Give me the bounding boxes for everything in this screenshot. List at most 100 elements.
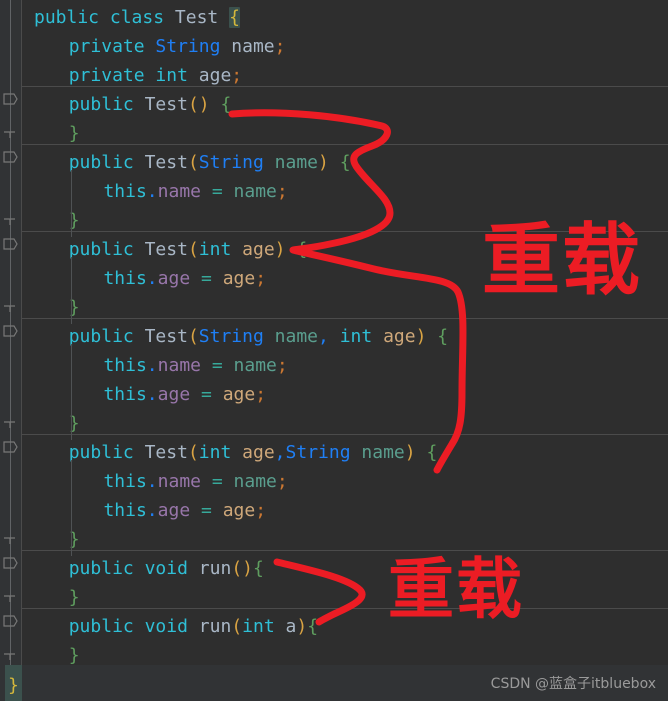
csdn-watermark: CSDN @蓝盒子itbluebox	[490, 676, 656, 692]
code-token: int	[339, 326, 373, 347]
code-line: this.name = name;	[22, 351, 287, 380]
code-token: =	[211, 181, 223, 202]
code-token: name	[233, 181, 277, 202]
code-token: age	[222, 384, 256, 405]
code-token: Test	[144, 442, 188, 463]
code-token: class	[109, 7, 165, 28]
code-token: age	[222, 268, 256, 289]
code-token: ;	[274, 36, 286, 57]
fold-collapse-icon[interactable]	[3, 557, 18, 569]
fold-collapse-icon[interactable]	[3, 441, 18, 453]
code-token: public	[68, 152, 134, 173]
fold-collapse-icon[interactable]	[3, 151, 18, 163]
fold-collapse-icon[interactable]	[3, 238, 18, 250]
code-token: name	[157, 471, 201, 492]
code-token: age	[222, 500, 256, 521]
code-token: Test	[144, 239, 188, 260]
indent-guide	[70, 460, 72, 556]
code-token: this	[103, 384, 147, 405]
code-token: age	[157, 500, 191, 521]
code-token: }	[68, 645, 80, 666]
code-token: public	[68, 326, 134, 347]
code-token: run	[198, 616, 232, 637]
fold-region-end-icon[interactable]	[3, 595, 18, 605]
code-token: }	[68, 123, 80, 144]
code-token: name	[274, 326, 319, 347]
code-token: private	[68, 36, 145, 57]
fold-region-line	[10, 244, 11, 309]
code-token: ;	[255, 384, 267, 405]
code-token: void	[144, 616, 188, 637]
fold-region-line	[10, 331, 11, 425]
code-token: {	[229, 7, 240, 28]
code-token: int	[198, 239, 232, 260]
code-token: name	[274, 152, 319, 173]
code-token: private	[68, 65, 145, 86]
code-line: public class Test {	[22, 3, 240, 32]
fold-collapse-icon[interactable]	[3, 325, 18, 337]
code-token: .	[146, 355, 158, 376]
fold-region-end-icon[interactable]	[3, 131, 18, 141]
code-line: private String name;	[22, 32, 286, 61]
code-line: public Test(int age) {	[22, 235, 307, 264]
code-line: public Test(String name, int age) {	[22, 322, 448, 351]
code-token: public	[68, 94, 134, 115]
code-token: String	[285, 442, 351, 463]
code-token: Test	[144, 326, 188, 347]
code-token: int	[198, 442, 232, 463]
code-token: name	[361, 442, 405, 463]
code-token: {	[437, 326, 449, 347]
code-token: .	[146, 181, 158, 202]
fold-collapse-icon[interactable]	[3, 615, 18, 627]
code-token: =	[201, 500, 212, 521]
code-token: (	[187, 239, 199, 260]
code-content-area[interactable]: public class Test {private String name; p…	[22, 0, 668, 701]
code-token: )	[318, 152, 329, 173]
code-token: age	[242, 239, 275, 260]
code-token: (	[231, 558, 243, 579]
code-token: public	[68, 239, 134, 260]
code-token: age	[198, 65, 232, 86]
code-token: String	[198, 152, 264, 173]
code-token: Test	[174, 7, 219, 28]
code-line: this.name = name;	[22, 467, 287, 496]
code-editor-screenshot: public class Test {private String name; p…	[0, 0, 668, 701]
code-token: ;	[255, 500, 267, 521]
code-token: public	[34, 7, 100, 28]
fold-region-end-icon[interactable]	[3, 218, 18, 228]
fold-region-end-icon[interactable]	[3, 653, 18, 663]
code-token: this	[103, 268, 147, 289]
fold-region-end-icon[interactable]	[3, 537, 18, 547]
editor-gutter[interactable]	[0, 0, 22, 701]
fold-collapse-icon[interactable]	[3, 93, 18, 105]
fold-region-line	[10, 447, 11, 541]
code-line: public void run(int a){	[22, 612, 318, 641]
code-line: public void run(){	[22, 554, 264, 583]
code-token: void	[144, 558, 188, 579]
code-token: {	[296, 239, 308, 260]
fold-region-line	[10, 157, 11, 222]
code-token: public	[68, 558, 134, 579]
code-token: {	[339, 152, 351, 173]
code-token: this	[103, 355, 147, 376]
fold-region-end-icon[interactable]	[3, 305, 18, 315]
fold-region-end-icon[interactable]	[3, 421, 18, 431]
fold-region-separator	[22, 608, 668, 609]
